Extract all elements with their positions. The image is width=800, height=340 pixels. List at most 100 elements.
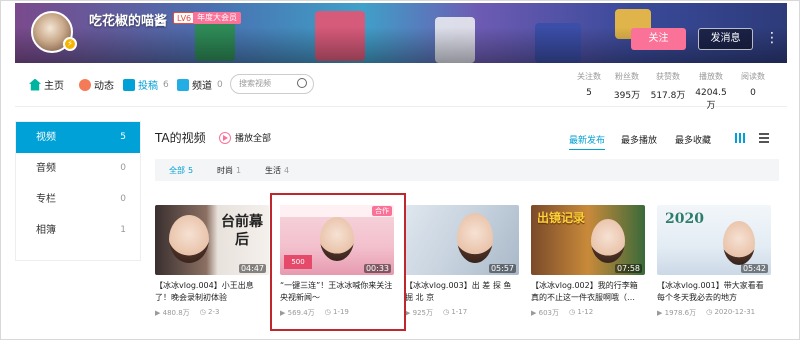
sort-newest[interactable]: 最新发布 [569,133,606,150]
sidebar-item-count: 0 [120,163,126,173]
play-count-icon: ▶ 603万 [531,309,559,317]
video-views: 480.8万 [162,309,190,317]
home-icon [29,78,41,91]
username: 吃花椒的喵酱 [89,14,168,29]
video-duration: 04:47 [238,264,266,273]
profile-nav: 主页 动态 投稿 6 频道 0 搜索视频 关注数 5 粉丝数 395万 获赞数 … [15,63,787,111]
thumbnail-text: 出镜记录 [537,211,586,225]
stat-value: 0 [750,88,756,98]
play-all-button[interactable]: 播放全部 [219,131,271,144]
video-thumbnail[interactable]: 05:57 [405,205,519,275]
stat-value: 517.8万 [650,91,686,101]
video-card[interactable]: 2020 05:42 【冰冰vlog.001】带大家看看每个冬天我必去的地方 ▶… [657,205,771,318]
stat-value: 5 [586,88,592,98]
section-title: TA的视频 [155,131,206,145]
nav-item-label: 投稿 [138,81,158,92]
video-card[interactable]: 05:57 【冰冰vlog.003】出 差 探 鱼 掘 北 京 ▶ 925万 ◷ … [405,205,519,318]
stat-label: 关注数 [577,72,601,81]
thumbnail-text: 台前幕后 [221,214,263,248]
filter-label: 时尚 [217,166,233,175]
sidebar-item-album[interactable]: 相簿 1 [16,215,140,246]
sidebar-item-label: 视频 [36,132,56,143]
video-card[interactable]: 出镜记录 07:58 【冰冰vlog.002】我的行李箱真的不止这一件衣服啊哦（… [531,205,645,318]
stat-following[interactable]: 关注数 5 [569,71,609,98]
filter-all[interactable]: 全部 5 [169,165,193,176]
nav-item-label: 主页 [44,81,64,92]
follow-button[interactable]: 关注 [631,28,686,50]
channel-icon [177,78,189,91]
video-meta: ▶ 603万 ◷ 1-12 [531,308,645,318]
video-title[interactable]: 【冰冰vlog.003】出 差 探 鱼 掘 北 京 [405,280,519,304]
play-icon [219,131,231,144]
video-date: 1-12 [577,308,594,316]
date-icon: ◷ 1-17 [442,308,468,316]
nav-item-channel[interactable]: 频道 0 [177,77,223,92]
play-count-icon: ▶ 925万 [405,309,433,317]
stat-value: 4204.5万 [695,88,727,111]
stat-label: 阅读数 [741,72,765,81]
video-date: 2-3 [208,308,220,316]
video-title[interactable]: 【冰冰vlog.004】小王出息了！晚会录制初体验 [155,280,269,304]
video-date: 2020-12-31 [714,308,756,316]
thumbnail-text: 2020 [665,211,704,227]
video-card[interactable]: 台前幕后 04:47 【冰冰vlog.004】小王出息了！晚会录制初体验 ▶ 4… [155,205,269,318]
video-views: 925万 [412,309,433,317]
stat-reads: 阅读数 0 [733,71,773,98]
nav-item-dynamic[interactable]: 动态 [79,77,114,92]
video-duration: 07:58 [614,264,642,273]
verified-badge-icon: ⚡ [63,37,77,51]
more-icon[interactable]: ⋮ [764,28,780,50]
filter-life[interactable]: 生活 4 [265,165,289,176]
play-count-icon: ▶ 1978.6万 [657,309,697,317]
upload-icon [123,78,135,91]
thumbnail-face [457,213,493,263]
list-view-icon[interactable] [759,133,769,143]
sidebar-item-count: 1 [120,225,126,235]
video-title[interactable]: 【冰冰vlog.002】我的行李箱真的不止这一件衣服啊哦（… [531,280,645,304]
thumbnail-face [723,221,755,265]
video-meta: ▶ 480.8万 ◷ 2-3 [155,308,269,318]
video-thumbnail[interactable]: 出镜记录 07:58 [531,205,645,275]
search-input[interactable]: 搜索视频 [230,74,314,94]
date-icon: ◷ 2-3 [199,308,220,316]
video-title[interactable]: 【冰冰vlog.001】带大家看看每个冬天我必去的地方 [657,280,771,304]
sidebar-item-count: 0 [120,194,126,204]
video-thumbnail[interactable]: 台前幕后 04:47 [155,205,269,275]
nav-item-count: 0 [217,79,223,90]
sidebar-item-audio[interactable]: 音频 0 [16,153,140,184]
nav-item-count: 6 [163,79,169,90]
sidebar-item-label: 相簿 [36,225,56,236]
highlight-box [270,193,406,331]
content-type-sidebar: 视频 5 音频 0 专栏 0 相簿 1 [15,121,141,261]
sort-most-favorited[interactable]: 最多收藏 [675,133,711,146]
date-icon: ◷ 2020-12-31 [706,308,756,316]
nav-item-home[interactable]: 主页 [29,77,64,92]
video-thumbnail[interactable]: 2020 05:42 [657,205,771,275]
vip-badge: 年度大会员 [193,12,241,24]
stat-value: 395万 [613,91,641,101]
play-count-icon: ▶ 480.8万 [155,309,190,317]
video-duration: 05:42 [740,264,768,273]
filter-label: 生活 [265,166,281,175]
thumbnail-face [169,215,209,263]
search-icon[interactable] [297,78,307,88]
nav-item-uploads[interactable]: 投稿 6 [123,77,169,92]
dynamic-icon [79,78,91,91]
grid-view-icon[interactable] [735,133,745,143]
stat-fans[interactable]: 粉丝数 395万 [607,71,647,101]
stat-label: 播放数 [699,72,723,81]
nav-item-label: 频道 [192,81,212,92]
video-meta: ▶ 925万 ◷ 1-17 [405,308,519,318]
stat-plays: 播放数 4204.5万 [691,71,731,111]
video-views: 1978.6万 [664,309,697,317]
search-placeholder: 搜索视频 [239,79,271,88]
sidebar-item-article[interactable]: 专栏 0 [16,184,140,215]
video-meta: ▶ 1978.6万 ◷ 2020-12-31 [657,308,771,318]
message-button[interactable]: 发消息 [698,28,753,50]
video-duration: 05:57 [488,264,516,273]
sort-most-played[interactable]: 最多播放 [621,133,657,146]
sidebar-item-video[interactable]: 视频 5 [16,122,140,153]
video-views: 603万 [538,309,559,317]
filter-count: 1 [236,166,242,175]
filter-fashion[interactable]: 时尚 1 [217,165,241,176]
